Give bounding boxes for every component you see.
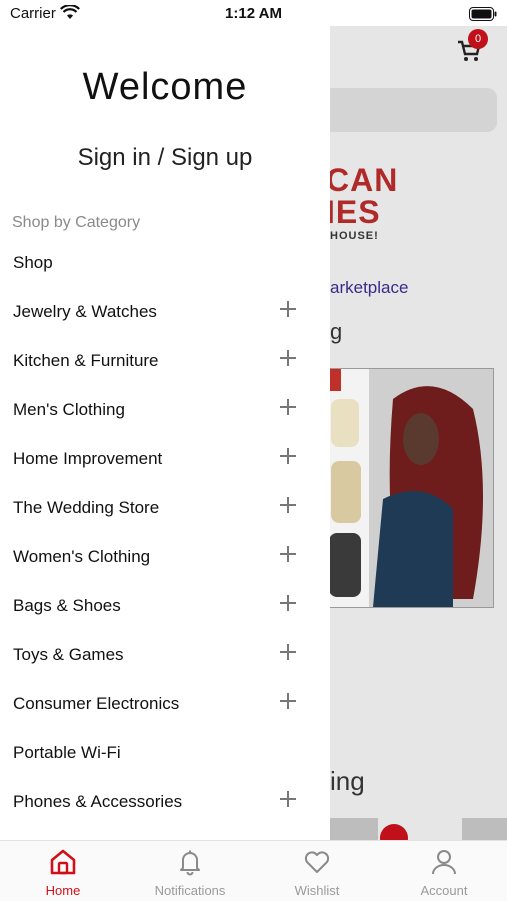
plus-icon[interactable] [280, 644, 296, 660]
menu-item-phones-accessories[interactable]: Phones & Accessories [0, 777, 330, 826]
menu-item-label: Portable Wi-Fi [13, 743, 121, 762]
tab-label: Notifications [154, 883, 226, 898]
tab-wishlist[interactable]: Wishlist [254, 841, 380, 901]
plus-icon[interactable] [280, 595, 296, 611]
menu-item-toys-games[interactable]: Toys & Games [0, 630, 330, 679]
tab-notifications[interactable]: Notifications [127, 841, 253, 901]
battery-icon [469, 7, 497, 21]
add-button[interactable] [380, 824, 408, 840]
cart-count-badge: 0 [468, 29, 488, 49]
tab-bar: Home Notifications Wishlist Account [0, 840, 507, 901]
section-title: g [330, 319, 343, 344]
menu-item-label: Phones & Accessories [13, 792, 183, 811]
menu-item-womens-clothing[interactable]: Women's Clothing [0, 532, 330, 581]
menu-item-kitchen-furniture[interactable]: Kitchen & Furniture [0, 336, 330, 385]
brand-logo-line3: HOUSE! [330, 230, 379, 242]
product-tile[interactable] [462, 818, 507, 840]
product-image[interactable] [322, 368, 494, 608]
brand-logo-line2: IES [326, 194, 381, 230]
tab-label: Account [420, 883, 468, 898]
menu-item-label: Jewelry & Watches [13, 302, 157, 321]
menu-item-wedding-store[interactable]: The Wedding Store [0, 483, 330, 532]
menu-item-label: Home Improvement [13, 449, 163, 468]
plus-icon[interactable] [280, 448, 296, 464]
menu-item-mens-clothing[interactable]: Men's Clothing [0, 385, 330, 434]
marketplace-link[interactable]: arketplace [330, 278, 408, 298]
menu-item-label: Women's Clothing [13, 547, 151, 566]
welcome-title: Welcome [82, 66, 248, 108]
menu-item-label: Toys & Games [13, 645, 124, 664]
menu-item-bags-shoes[interactable]: Bags & Shoes [0, 581, 330, 630]
menu-item-label: Kitchen & Furniture [13, 351, 159, 370]
menu-item-shop[interactable]: Shop [0, 238, 330, 287]
menu-item-consumer-electronics[interactable]: Consumer Electronics [0, 679, 330, 728]
menu-item-label: Shop [13, 253, 53, 272]
menu-item-jewelry-watches[interactable]: Jewelry & Watches [0, 287, 330, 336]
plus-icon[interactable] [280, 350, 296, 366]
clock: 1:12 AM [225, 5, 282, 22]
tab-home[interactable]: Home [0, 841, 126, 901]
product-tile[interactable] [326, 818, 378, 840]
plus-icon[interactable] [280, 546, 296, 562]
menu-item-label: The Wedding Store [13, 498, 160, 517]
menu-item-portable-wifi[interactable]: Portable Wi-Fi [0, 728, 330, 777]
heart-icon [304, 851, 330, 873]
menu-item-label: Men's Clothing [13, 400, 125, 419]
sign-in-link[interactable]: Sign in / Sign up [0, 144, 330, 172]
side-drawer: Welcome Sign in / Sign up Shop by Catego… [0, 26, 330, 840]
tab-label: Home [45, 883, 81, 898]
section-title-2: ing [330, 766, 365, 796]
tab-label: Wishlist [294, 883, 340, 898]
category-menu: Shop Jewelry & Watches Kitchen & Furnitu… [0, 238, 330, 826]
plus-icon[interactable] [280, 693, 296, 709]
plus-icon[interactable] [280, 497, 296, 513]
plus-icon[interactable] [280, 301, 296, 317]
product-photo [323, 369, 493, 607]
menu-item-home-improvement[interactable]: Home Improvement [0, 434, 330, 483]
bell-icon [180, 850, 200, 876]
plus-icon[interactable] [280, 399, 296, 415]
plus-icon[interactable] [280, 791, 296, 807]
menu-item-label: Bags & Shoes [13, 596, 121, 615]
category-heading: Shop by Category [12, 214, 141, 231]
status-bar: Carrier 1:12 AM [0, 0, 507, 28]
home-icon [50, 849, 76, 875]
person-icon [432, 850, 456, 875]
menu-item-label: Consumer Electronics [13, 694, 180, 713]
tab-account[interactable]: Account [381, 841, 507, 901]
